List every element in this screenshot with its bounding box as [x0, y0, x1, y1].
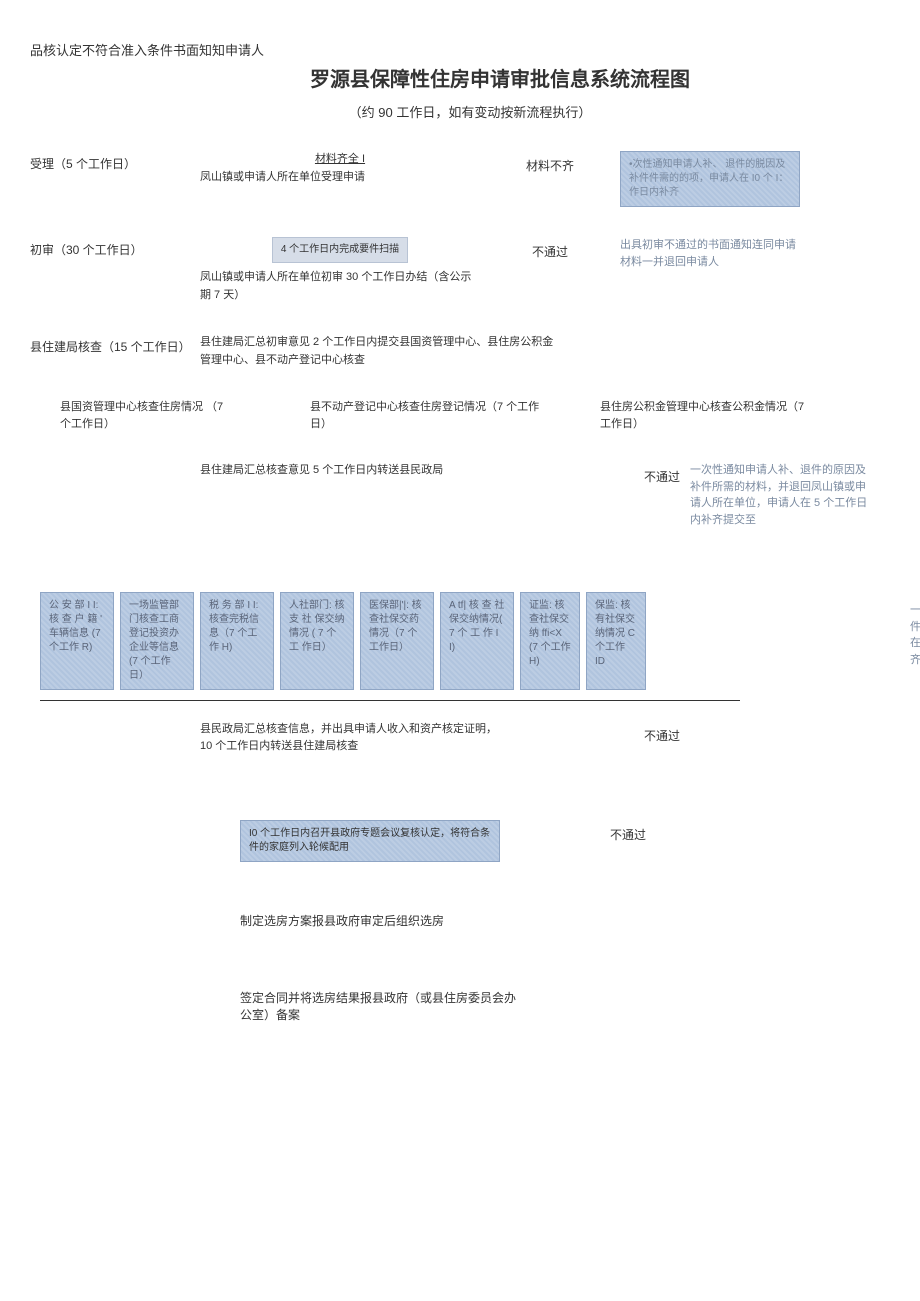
step-selection-plan: 制定选房方案报县政府审定后组织选房 [240, 912, 520, 929]
stage-label: 县住建局核查（15 个工作日） [30, 334, 200, 355]
notice-text-4: 一次性通知申请人补,退件的原因及补件所需材料,并退回风山镇或申请人所在单位，申请… [910, 602, 920, 668]
gov-review-box: I0 个工作日内召开县政府专题会议复核认定，将符合条件的家庭列入轮候配用 [240, 820, 500, 862]
status-incomplete: 材料不齐 [480, 151, 620, 174]
step-contract: 签定合同并将选房结果报县政府（或县住房委员会办公室）备案 [240, 989, 520, 1023]
forward-housing-bureau: 县民政局汇总核查信息，并出具申请人收入和资产核定证明，10 个工作日内转送县住建… [200, 721, 890, 754]
stage-label [30, 558, 200, 562]
status-fail: 不通过 [500, 721, 680, 754]
page-subtitle: （约 90 工作日，如有变动按新流程执行） [210, 102, 710, 121]
stage-mid: 4 个工作日内完成要件扫描 凤山镇或申请人所在单位初审 30 个工作日办结（含公… [200, 237, 480, 304]
notice-text-3: 一次性通知申请人补、退件的原因及补件所需的材料，并退回凤山镇或申请人所在单位，申… [690, 462, 870, 528]
connector-line [40, 700, 740, 701]
department-checks: 公 安 部 I I: 核 查 户 籍 ' 车辆信息 (7 个工作 R) 一场监管… [40, 592, 890, 690]
header-note: 品核认定不符合准入条件书面知知申请人 [30, 40, 890, 59]
row-review [30, 784, 890, 790]
dept-police: 公 安 部 I I: 核 查 户 籍 ' 车辆信息 (7 个工作 R) [40, 592, 114, 690]
spacer [520, 784, 660, 790]
row-civil-affairs [30, 558, 890, 562]
page-title: 罗源县保障性住房申请审批信息系统流程图 [30, 63, 890, 92]
check-state-assets: 县国资管理中心核查住房情况 （7 个工作日） [60, 399, 230, 432]
forward-text: 县民政局汇总核查信息，并出具申请人收入和资产核定证明，10 个工作日内转送县住建… [200, 721, 500, 754]
row-acceptance: 受理（5 个工作日） 材料齐全 I 凤山镇或申请人所在单位受理申请 材料不齐 •… [30, 151, 890, 207]
dept-tax: 税 务 部 I I: 核查完税信息（7 个工作 H) [200, 592, 274, 690]
scan-box: 4 个工作日内完成要件扫描 [272, 237, 408, 263]
stage-mid: 材料齐全 I 凤山镇或申请人所在单位受理申请 [200, 151, 480, 186]
check-housing-fund: 县住房公积金管理中心核查公积金情况（7 工作日） [600, 399, 810, 432]
complete-materials: 材料齐全 I [200, 151, 480, 169]
notice-box-1: •次性通知申请人补、 退件的脱因及补件件需的的项，申请人在 I0 个 I：作日内… [620, 151, 800, 207]
stage-label [30, 784, 200, 788]
stage-label: 初审（30 个工作日） [30, 237, 200, 258]
check-real-estate: 县不动产登记中心核查住房登记情况（7 个工作日） [310, 399, 540, 432]
row-initial-review: 初审（30 个工作日） 4 个工作日内完成要件扫描 凤山镇或申请人所在单位初审 … [30, 237, 890, 304]
accept-desc: 凤山镇或申请人所在单位受理申请 [200, 169, 480, 187]
stage-mid: 县住建局汇总初审意见 2 个工作日内提交县国资管理中心、县住房公积金管理中心、县… [200, 334, 560, 369]
row-housing-bureau: 县住建局核查（15 个工作日） 县住建局汇总初审意见 2 个工作日内提交县国资管… [30, 334, 890, 369]
dept-insurance: 保监: 核有社保交纳情况 C 个工作 ID [586, 592, 646, 690]
status-fail: 不通过 [610, 820, 646, 843]
dept-social: 人社部门: 核 支 社 保交纳情况 ( 7 个 工 作日） [280, 592, 354, 690]
status-fail: 不通过 [500, 462, 680, 528]
status-fail: 不通过 [480, 237, 620, 260]
initial-desc: 凤山镇或申请人所在单位初审 30 个工作日办结（含公示期 7 天） [200, 269, 480, 304]
dept-securities: 证监: 核查社保交纳 ffi<X (7 个工作 H) [520, 592, 580, 690]
notice-text-2: 出具初审不通过的书面通知连同申请材料一并退回申请人 [620, 237, 800, 270]
dept-medical: 医保部|'|: 核查社保交药情况（7 个 工作日） [360, 592, 434, 690]
stage-label: 受理（5 个工作日） [30, 151, 200, 172]
dept-bank: A tf| 核 查 社 保交纳情况( 7 个 工 作 I I) [440, 592, 514, 690]
parallel-checks: 县国资管理中心核查住房情况 （7 个工作日） 县不动产登记中心核查住房登记情况（… [60, 399, 890, 432]
forward-text: 县住建局汇总核查意见 5 个工作日内转送县民政局 [200, 462, 500, 528]
forward-civil-affairs: 县住建局汇总核查意见 5 个工作日内转送县民政局 不通过 一次性通知申请人补、退… [200, 462, 890, 528]
dept-market: 一场监管部门核查工商登记投资办企业等信息 (7 个工作日） [120, 592, 194, 690]
